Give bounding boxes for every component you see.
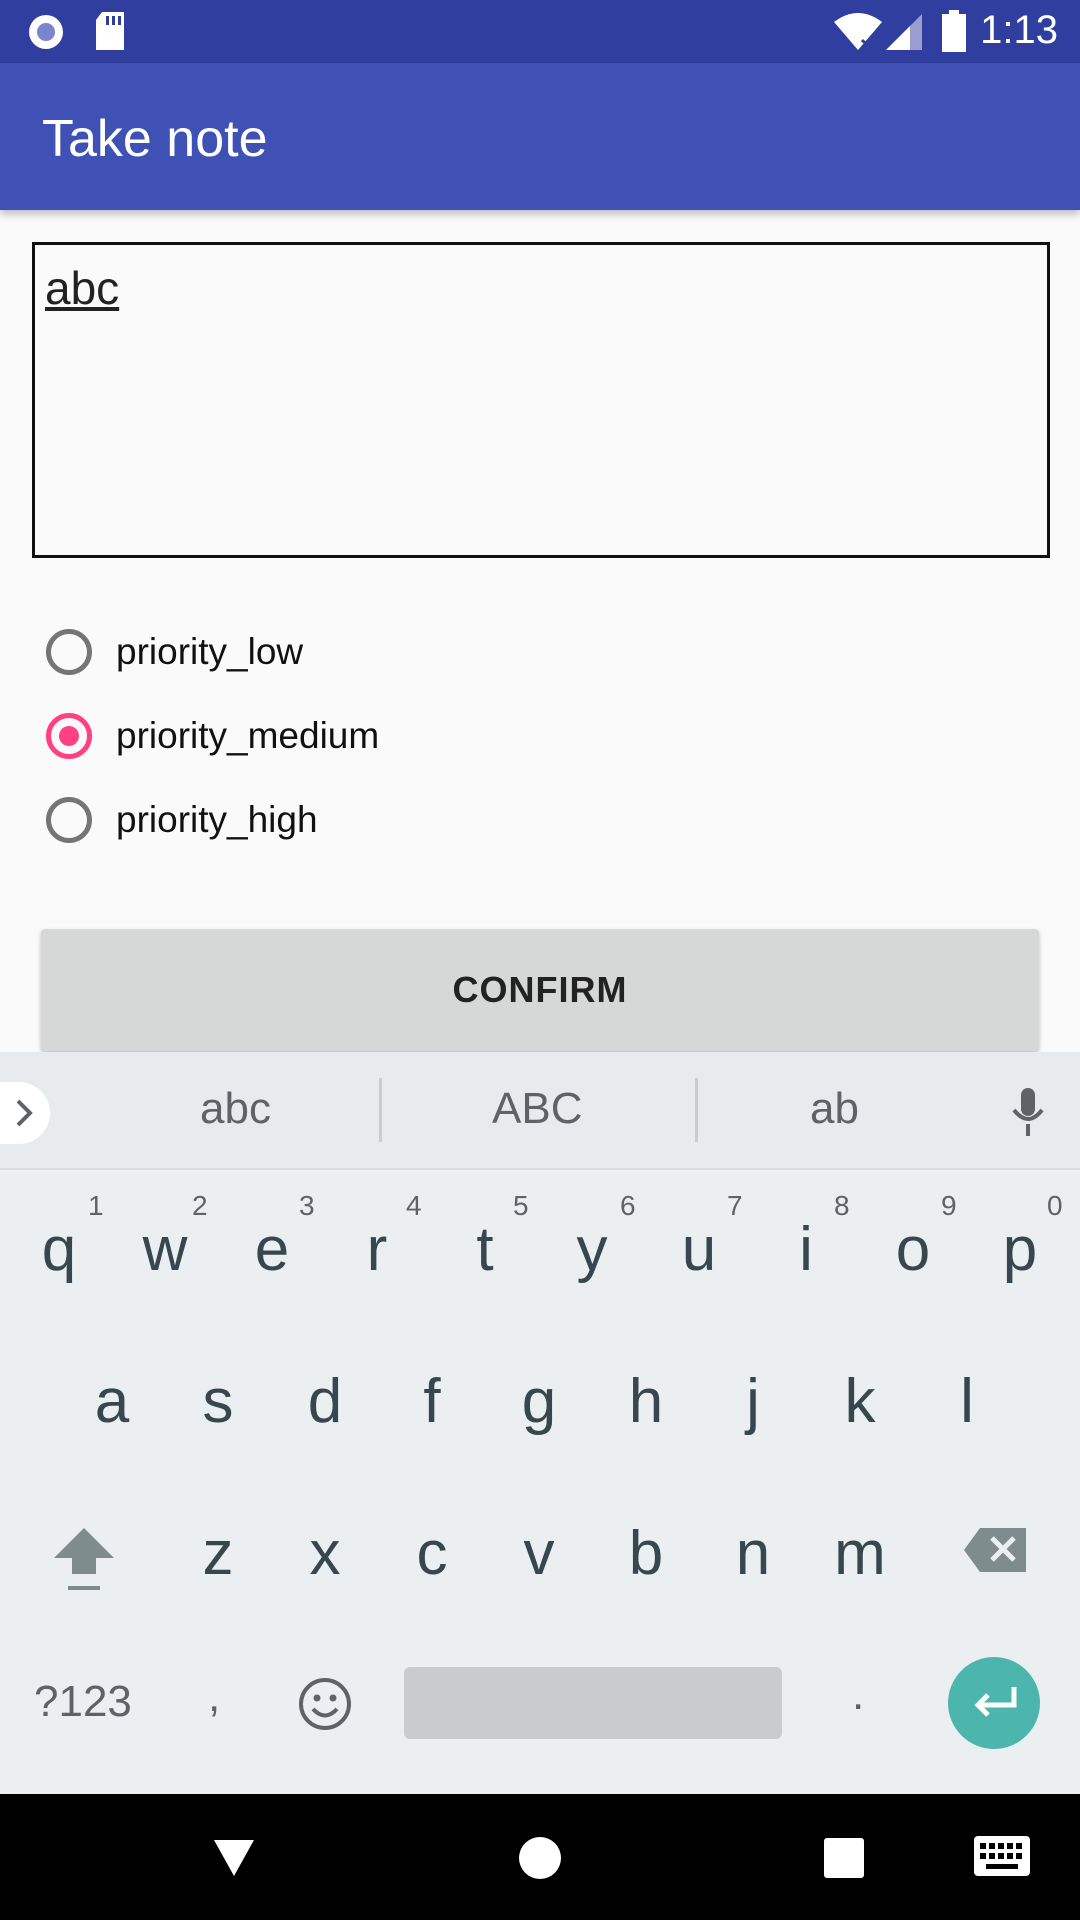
radio-priority-high[interactable]: priority_high [46,792,646,848]
radio-label: priority_high [116,799,318,840]
suggestion-strip: abc ABC ab [0,1052,1080,1170]
suggestion-divider [695,1078,698,1142]
key-hint: 9 [941,1190,957,1221]
expand-toolbar-button[interactable] [0,1082,50,1144]
radio-priority-medium[interactable]: priority_medium [46,708,646,764]
key-r[interactable]: r [337,1214,417,1285]
suggestion-1[interactable]: abc [200,1084,271,1134]
key-b[interactable]: b [606,1518,686,1589]
keyboard-switch-icon[interactable] [974,1836,1030,1876]
key-hint: 6 [620,1190,636,1221]
back-icon[interactable] [212,1838,256,1878]
key-m[interactable]: m [820,1518,900,1589]
key-e[interactable]: e [232,1214,312,1285]
key-h[interactable]: h [606,1366,686,1437]
suggestion-3[interactable]: ab [810,1084,859,1134]
comma-key[interactable]: , [208,1672,220,1722]
key-o[interactable]: o [873,1214,953,1285]
confirm-button[interactable]: CONFIRM [41,929,1039,1051]
backspace-icon[interactable] [962,1526,1028,1574]
key-t[interactable]: t [445,1214,525,1285]
key-g[interactable]: g [499,1366,579,1437]
key-hint: 4 [406,1190,422,1221]
recents-icon[interactable] [824,1838,864,1878]
period-key[interactable]: . [852,1670,864,1720]
key-q[interactable]: q [19,1214,99,1285]
home-icon[interactable] [518,1836,562,1880]
recording-icon [29,15,63,49]
key-hint: 0 [1047,1190,1063,1221]
key-v[interactable]: v [499,1518,579,1589]
key-y[interactable]: y [552,1214,632,1285]
key-hint: 3 [299,1190,315,1221]
status-time: 1:13 [980,8,1058,52]
radio-button-checked-icon[interactable] [46,713,92,759]
space-key[interactable] [404,1667,782,1739]
key-i[interactable]: i [766,1214,846,1285]
key-a[interactable]: a [72,1366,152,1437]
suggestion-divider [379,1078,382,1142]
radio-priority-low[interactable]: priority_low [46,624,646,680]
suggestion-2[interactable]: ABC [492,1084,582,1134]
key-hint: 2 [192,1190,208,1221]
note-input-value: abc [45,262,120,314]
chevron-right-icon [16,1099,33,1127]
radio-label: priority_medium [116,715,380,756]
key-d[interactable]: d [285,1366,365,1437]
emoji-icon[interactable] [297,1676,353,1732]
key-k[interactable]: k [820,1366,900,1437]
enter-key[interactable] [948,1657,1040,1749]
key-hint: 8 [834,1190,850,1221]
battery-icon [942,10,966,52]
key-hint: 5 [513,1190,529,1221]
key-u[interactable]: u [659,1214,739,1285]
cell-signal-icon [886,14,922,50]
key-hint: 1 [88,1190,104,1221]
navigation-bar [0,1794,1080,1920]
status-bar: 1:13 [0,0,1080,63]
key-s[interactable]: s [178,1366,258,1437]
key-c[interactable]: c [392,1518,472,1589]
enter-icon [974,1687,1017,1717]
app-bar: Take note [0,63,1080,210]
key-n[interactable]: n [713,1518,793,1589]
key-hint: 7 [727,1190,743,1221]
radio-button-icon[interactable] [46,629,92,675]
symbols-key[interactable]: ?123 [34,1677,132,1727]
key-p[interactable]: p [980,1214,1060,1285]
radio-label: priority_low [116,631,304,672]
key-l[interactable]: l [927,1366,1007,1437]
wifi-off-icon [834,13,882,50]
soft-keyboard: abc ABC ab q w e r t y u i o p 1 2 3 4 5… [0,1052,1080,1794]
key-f[interactable]: f [392,1366,472,1437]
key-z[interactable]: z [178,1518,258,1589]
radio-button-icon[interactable] [46,797,92,843]
key-j[interactable]: j [713,1366,793,1437]
page-title: Take note [42,110,268,168]
note-input[interactable]: abc [32,242,1050,558]
shift-icon[interactable] [52,1524,116,1596]
sd-card-icon [96,12,124,50]
microphone-icon[interactable] [1010,1088,1046,1138]
key-x[interactable]: x [285,1518,365,1589]
key-w[interactable]: w [125,1214,205,1285]
